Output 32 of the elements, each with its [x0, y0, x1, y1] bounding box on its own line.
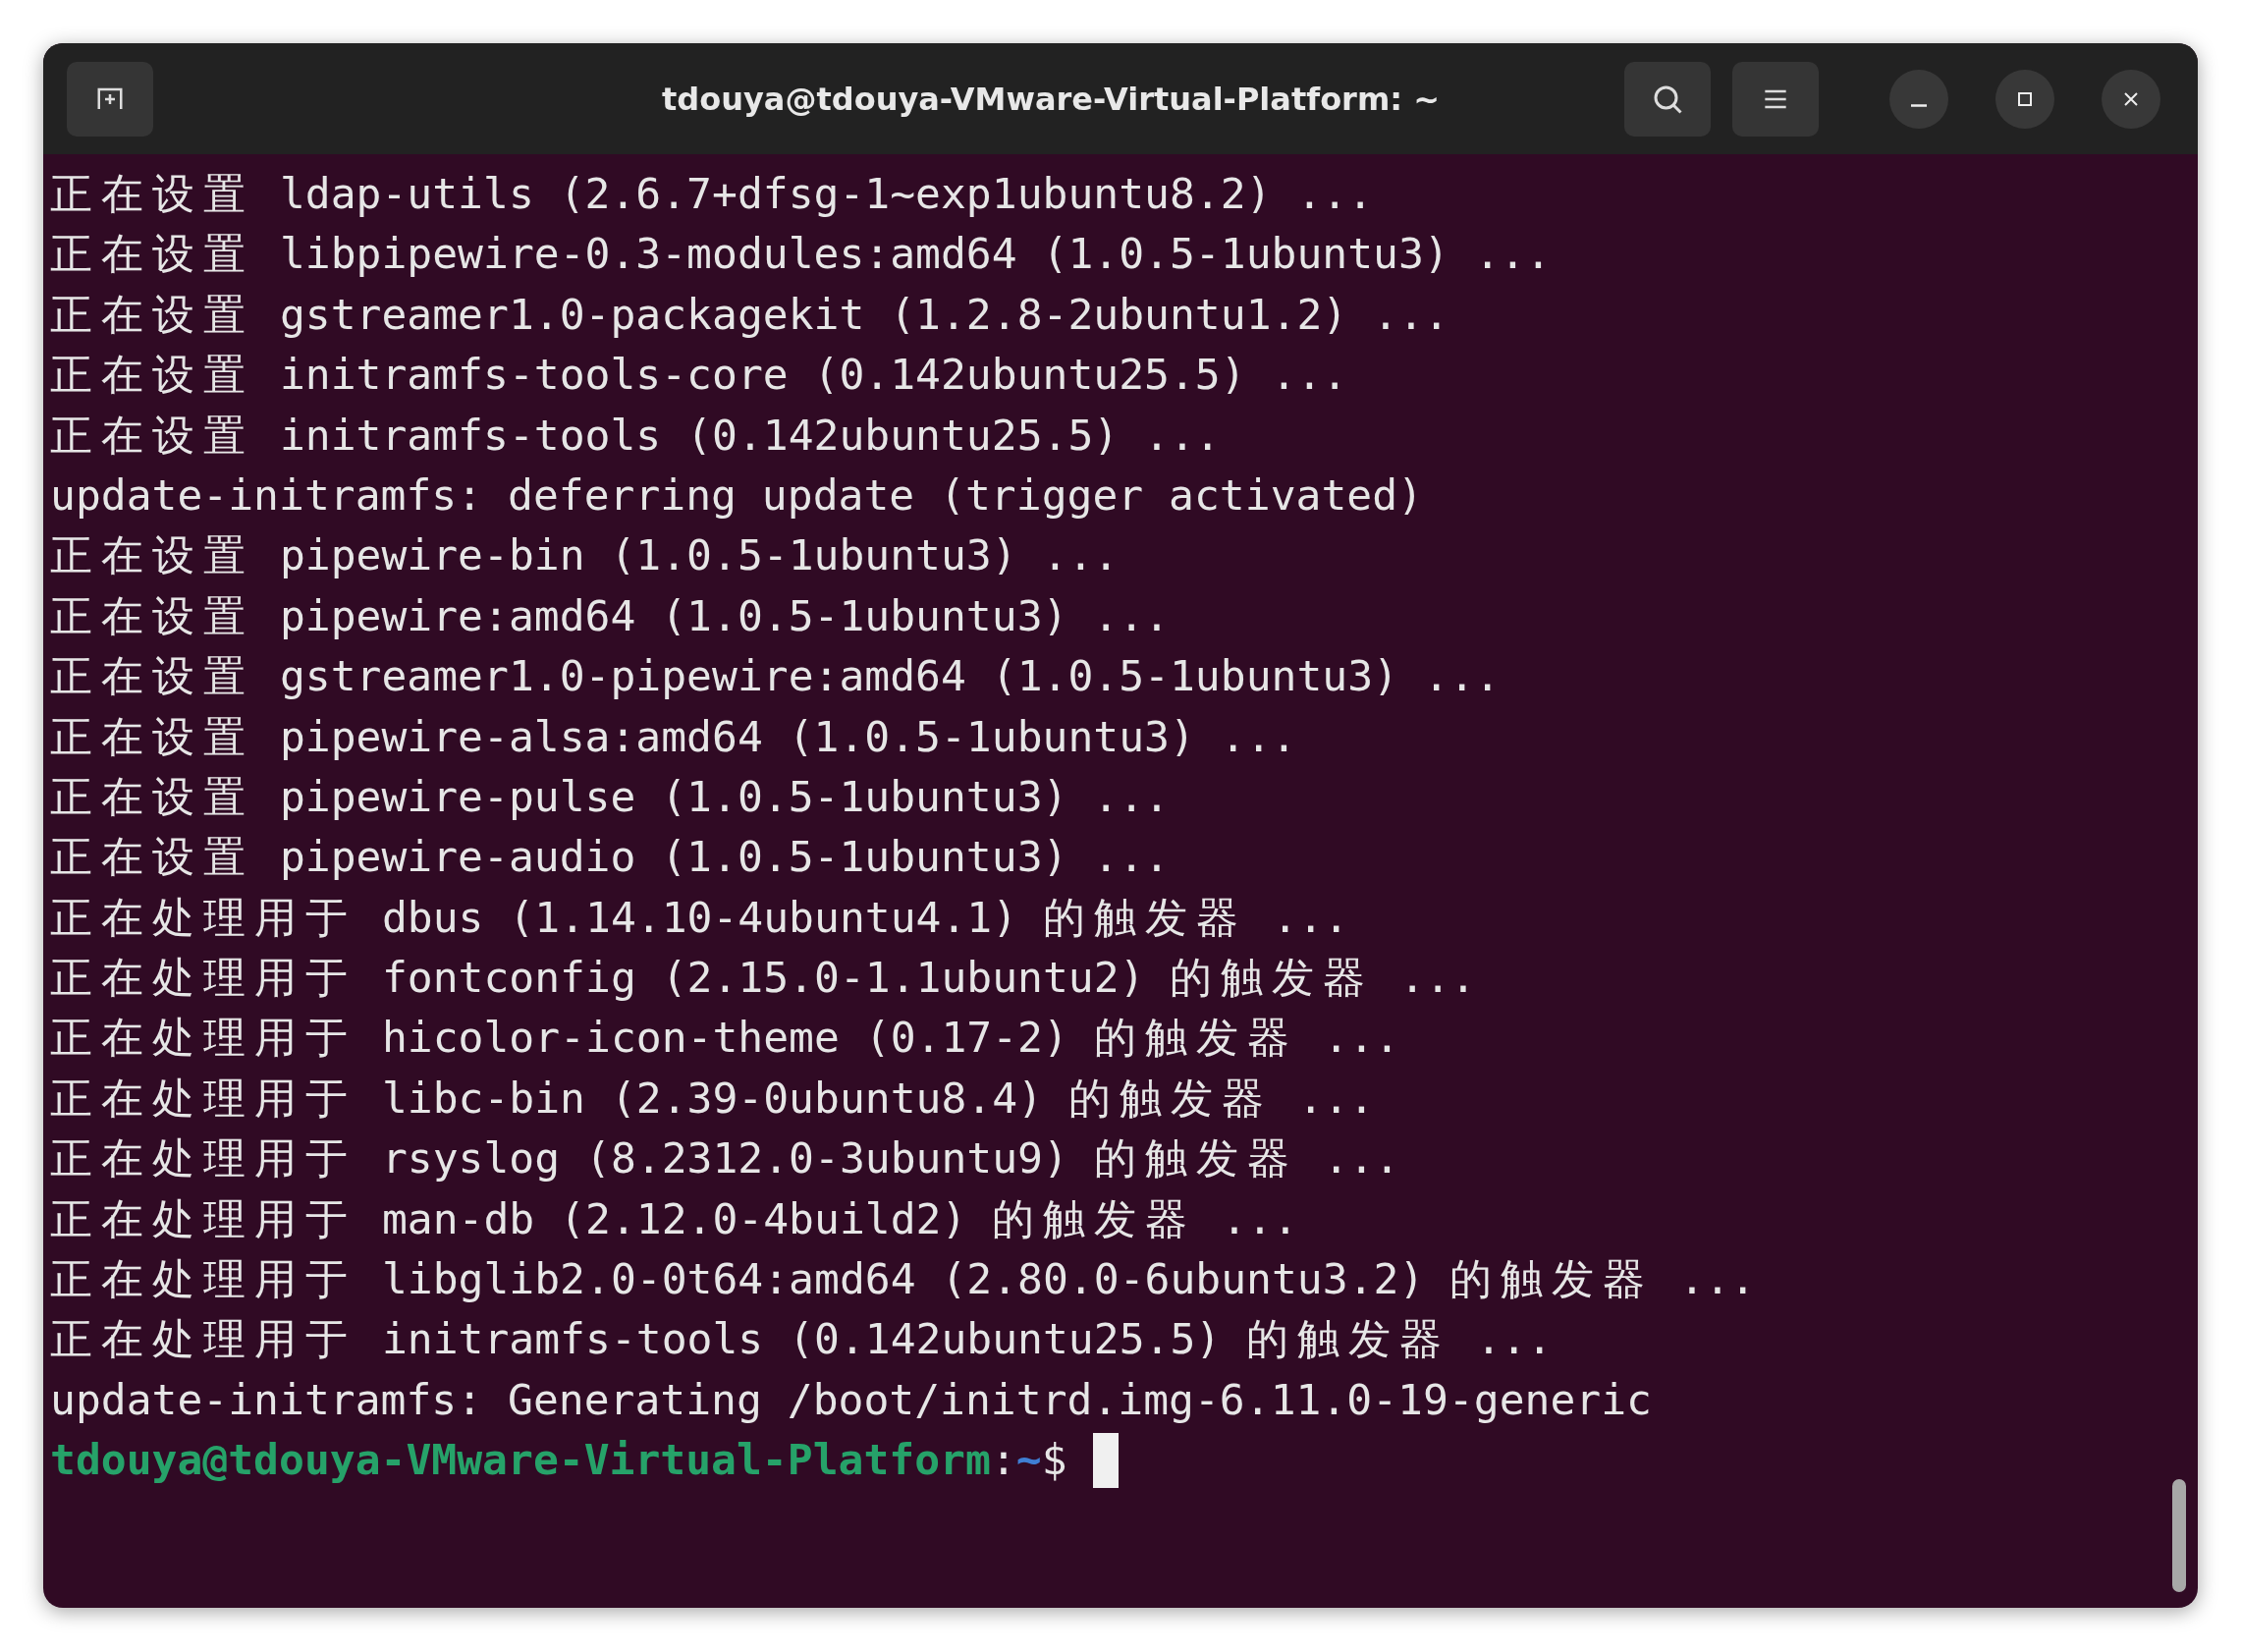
terminal-line: 正在设置 libpipewire-0.3-modules:amd64 (1.0.5-1ubuntu3) ...	[50, 228, 1552, 281]
terminal-line: 正在处理用于 dbus (1.14.10-4ubuntu4.1) 的触发器 ...	[50, 891, 1349, 944]
terminal-line: 正在处理用于 libc-bin (2.39-0ubuntu8.4) 的触发器 ...	[50, 1072, 1375, 1125]
terminal-line: 正在设置 pipewire-alsa:amd64 (1.0.5-1ubuntu3) ...	[50, 710, 1297, 763]
terminal-line: 正在处理用于 libglib2.0-0t64:amd64 (2.80.0-6ubuntu3.2) 的触发器 ...	[50, 1253, 1756, 1306]
prompt-separator: :	[990, 1434, 1016, 1487]
terminal-line: 正在设置 gstreamer1.0-packagekit (1.2.8-2ubuntu1.2) ...	[50, 288, 1449, 341]
terminal-line: 正在处理用于 hicolor-icon-theme (0.17-2) 的触发器 ...	[50, 1012, 1400, 1065]
new-tab-button[interactable]	[67, 61, 153, 137]
terminal-line: 正在设置 pipewire-audio (1.0.5-1ubuntu3) ...	[50, 831, 1170, 884]
menu-button[interactable]	[1732, 61, 1819, 137]
terminal-line: 正在处理用于 man-db (2.12.0-4build2) 的触发器 ...	[50, 1192, 1298, 1245]
search-button[interactable]	[1624, 61, 1711, 137]
terminal-line: 正在处理用于 rsyslog (8.2312.0-3ubuntu9) 的触发器 ...	[50, 1132, 1400, 1185]
text-cursor	[1092, 1432, 1119, 1488]
terminal-line: 正在处理用于 fontconfig (2.15.0-1.1ubuntu2) 的触发器 ...	[50, 952, 1476, 1005]
terminal-line: 正在设置 pipewire-pulse (1.0.5-1ubuntu3) ...	[50, 770, 1170, 823]
terminal-line: update-initramfs: Generating /boot/initrd.img-6.11.0-19-generic	[50, 1373, 1652, 1426]
terminal-line: 正在设置 pipewire-bin (1.0.5-1ubuntu3) ...	[50, 529, 1120, 582]
prompt-symbol: $	[1041, 1434, 1067, 1487]
scrollbar-thumb[interactable]	[2172, 1479, 2186, 1592]
terminal-line: update-initramfs: deferring update (trigger activated)	[50, 468, 1423, 522]
terminal-line: 正在设置 initramfs-tools-core (0.142ubuntu25.5) ...	[50, 349, 1348, 402]
prompt-user-host: tdouya@tdouya-VMware-Virtual-Platform	[50, 1434, 991, 1487]
prompt-path: ~	[1015, 1434, 1042, 1487]
window-title: tdouya@tdouya-VMware-Virtual-Platform: ~	[661, 80, 1441, 118]
terminal-line: 正在设置 pipewire:amd64 (1.0.5-1ubuntu3) ...	[50, 589, 1170, 642]
terminal-line: 正在处理用于 initramfs-tools (0.142ubuntu25.5) 的触发器 ...	[50, 1313, 1553, 1366]
terminal-line: 正在设置 initramfs-tools (0.142ubuntu25.5) ...	[50, 409, 1221, 462]
terminal-line: 正在设置 ldap-utils (2.6.7+dfsg-1~exp1ubuntu8.2) ...	[50, 168, 1374, 220]
terminal-line: 正在设置 gstreamer1.0-pipewire:amd64 (1.0.5-1ubuntu3) ...	[50, 650, 1501, 703]
minimize-icon	[1911, 104, 1927, 107]
